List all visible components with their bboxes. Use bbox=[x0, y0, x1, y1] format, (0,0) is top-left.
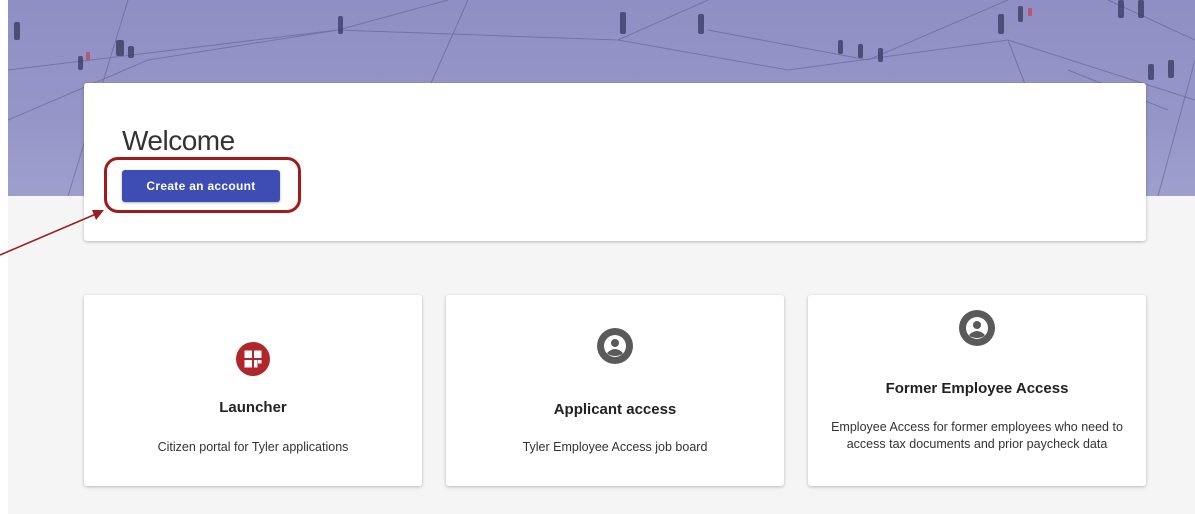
tile-former-employee-access[interactable]: Former Employee Access Employee Access f… bbox=[808, 295, 1146, 486]
user-circle-icon bbox=[958, 309, 996, 352]
tile-description: Citizen portal for Tyler applications bbox=[157, 440, 349, 454]
tile-title: Former Employee Access bbox=[885, 380, 1069, 397]
annotation-arrow bbox=[0, 210, 104, 256]
launcher-grid-icon bbox=[235, 341, 271, 382]
tile-title: Launcher bbox=[219, 399, 287, 416]
page-title: Welcome bbox=[122, 125, 235, 156]
tile-title: Applicant access bbox=[553, 401, 677, 418]
tile-description: Employee Access for former employees who… bbox=[831, 420, 1123, 451]
tile-launcher[interactable]: Launcher Citizen portal for Tyler applic… bbox=[84, 295, 422, 486]
tile-applicant-access[interactable]: Applicant access Tyler Employee Access j… bbox=[446, 295, 784, 486]
create-account-button[interactable]: Create an account bbox=[122, 170, 280, 202]
welcome-card: Welcome Create an account bbox=[84, 83, 1146, 241]
user-circle-icon bbox=[596, 327, 634, 370]
tile-description: Tyler Employee Access job board bbox=[522, 440, 708, 454]
